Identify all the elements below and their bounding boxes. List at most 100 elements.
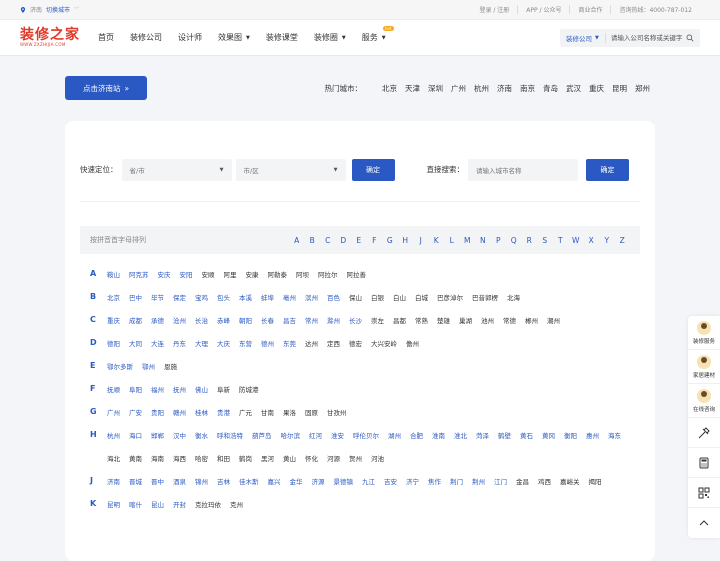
city-link[interactable]: 开封	[173, 494, 186, 517]
nav-home[interactable]: 首页	[98, 32, 114, 43]
letter-link-e[interactable]: E	[351, 236, 367, 245]
city-link[interactable]: 赤峰	[217, 310, 230, 333]
search-icon[interactable]	[686, 34, 694, 42]
city-link[interactable]: 阿坝	[296, 264, 309, 287]
nav-circle[interactable]: 装修圈 ▼	[314, 32, 346, 43]
city-link[interactable]: 阿克苏	[129, 264, 149, 287]
city-link[interactable]: 桂林	[195, 402, 208, 425]
letter-link-y[interactable]: Y	[599, 236, 615, 245]
city-link[interactable]: 广安	[129, 402, 142, 425]
city-link[interactable]: 济源	[312, 471, 325, 494]
city-link[interactable]: 贵阳	[151, 402, 164, 425]
letter-link-c[interactable]: C	[320, 236, 336, 245]
city-link[interactable]: 荆州	[472, 471, 485, 494]
city-link[interactable]: 佳木斯	[239, 471, 259, 494]
city-link[interactable]: 杭州	[107, 425, 120, 448]
city-link[interactable]: 重庆	[107, 310, 120, 333]
city-link[interactable]: 百色	[327, 287, 340, 310]
side-decoration-service[interactable]: 装修服务	[688, 316, 720, 350]
hot-city-link[interactable]: 济南	[497, 83, 512, 94]
city-link[interactable]: 嘉兴	[268, 471, 281, 494]
city-link[interactable]: 德州	[261, 333, 274, 356]
nav-companies[interactable]: 装修公司	[130, 32, 162, 43]
locate-confirm-button[interactable]: 确定	[351, 158, 395, 181]
city-link[interactable]: 巴音郭楞	[472, 287, 498, 310]
city-link[interactable]: 甘孜州	[327, 402, 347, 425]
letter-link-m[interactable]: M	[460, 236, 476, 245]
city-link[interactable]: 包头	[217, 287, 230, 310]
city-link[interactable]: 大理	[195, 333, 208, 356]
side-qrcode[interactable]	[688, 478, 720, 508]
city-link[interactable]: 果洛	[283, 402, 296, 425]
letter-link-n[interactable]: N	[475, 236, 491, 245]
city-link[interactable]: 鹤壁	[498, 425, 511, 448]
letter-link-h[interactable]: H	[398, 236, 414, 245]
city-link[interactable]: 东营	[239, 333, 252, 356]
hot-city-link[interactable]: 青岛	[543, 83, 558, 94]
city-link[interactable]: 长春	[261, 310, 274, 333]
city-link[interactable]: 广州	[107, 402, 120, 425]
city-name-input[interactable]: 请输入城市名称	[468, 158, 578, 181]
nav-service[interactable]: 服务 ▼ hot	[362, 26, 394, 43]
letter-link-k[interactable]: K	[429, 236, 445, 245]
city-link[interactable]: 佛山	[195, 379, 208, 402]
city-link[interactable]: 吉林	[217, 471, 230, 494]
city-link[interactable]: 沧州	[173, 310, 186, 333]
city-link[interactable]: 巴中	[129, 287, 142, 310]
nav-classroom[interactable]: 装修课堂	[266, 32, 298, 43]
city-link[interactable]: 抚州	[173, 379, 186, 402]
city-link[interactable]: 保山	[349, 287, 362, 310]
city-link[interactable]: 海西	[173, 448, 186, 471]
city-link[interactable]: 保定	[173, 287, 186, 310]
city-link[interactable]: 滨州	[305, 287, 318, 310]
city-link[interactable]: 本溪	[239, 287, 252, 310]
login-register-link[interactable]: 登录 / 注册	[471, 5, 517, 14]
city-link[interactable]: 红河	[309, 425, 322, 448]
city-link[interactable]: 抚顺	[107, 379, 120, 402]
city-link[interactable]: 恩施	[164, 356, 177, 379]
city-link[interactable]: 克拉玛依	[195, 494, 221, 517]
city-link[interactable]: 海口	[129, 425, 142, 448]
city-link[interactable]: 嘉峪关	[560, 471, 580, 494]
city-link[interactable]: 和田	[217, 448, 230, 471]
city-link[interactable]: 白城	[415, 287, 428, 310]
letter-link-t[interactable]: T	[553, 236, 569, 245]
city-link[interactable]: 德宏	[349, 333, 362, 356]
city-link[interactable]: 衡水	[195, 425, 208, 448]
city-link[interactable]: 海北	[107, 448, 120, 471]
city-link[interactable]: 海南	[151, 448, 164, 471]
city-link[interactable]: 北京	[107, 287, 120, 310]
city-link[interactable]: 昌吉	[283, 310, 296, 333]
city-link[interactable]: 赣州	[173, 402, 186, 425]
city-link[interactable]: 荆门	[450, 471, 463, 494]
city-link[interactable]: 阿拉善	[347, 264, 367, 287]
city-link[interactable]: 贺州	[349, 448, 362, 471]
hot-city-link[interactable]: 深圳	[428, 83, 443, 94]
city-link[interactable]: 安阳	[180, 264, 193, 287]
city-link[interactable]: 海东	[608, 425, 621, 448]
city-link[interactable]: 固原	[305, 402, 318, 425]
city-link[interactable]: 葫芦岛	[252, 425, 272, 448]
city-link[interactable]: 济宁	[406, 471, 419, 494]
side-tools[interactable]	[688, 418, 720, 448]
city-link[interactable]: 白银	[371, 287, 384, 310]
city-link[interactable]: 呼和浩特	[217, 425, 243, 448]
city-link[interactable]: 蚌埠	[261, 287, 274, 310]
city-link[interactable]: 菏泽	[476, 425, 489, 448]
side-calculator[interactable]	[688, 448, 720, 478]
city-link[interactable]: 淮安	[331, 425, 344, 448]
city-link[interactable]: 北海	[507, 287, 520, 310]
hot-city-link[interactable]: 郑州	[635, 83, 650, 94]
city-link[interactable]: 毕节	[151, 287, 164, 310]
city-link[interactable]: 广元	[239, 402, 252, 425]
city-link[interactable]: 河源	[327, 448, 340, 471]
city-link[interactable]: 常德	[503, 310, 516, 333]
switch-city-link[interactable]: 切换城市	[46, 5, 70, 14]
city-link[interactable]: 揭阳	[589, 471, 602, 494]
city-link[interactable]: 常州	[305, 310, 318, 333]
city-link[interactable]: 济南	[107, 471, 120, 494]
city-link[interactable]: 黄山	[283, 448, 296, 471]
city-link[interactable]: 长治	[195, 310, 208, 333]
hot-city-link[interactable]: 天津	[405, 83, 420, 94]
hot-city-link[interactable]: 南京	[520, 83, 535, 94]
